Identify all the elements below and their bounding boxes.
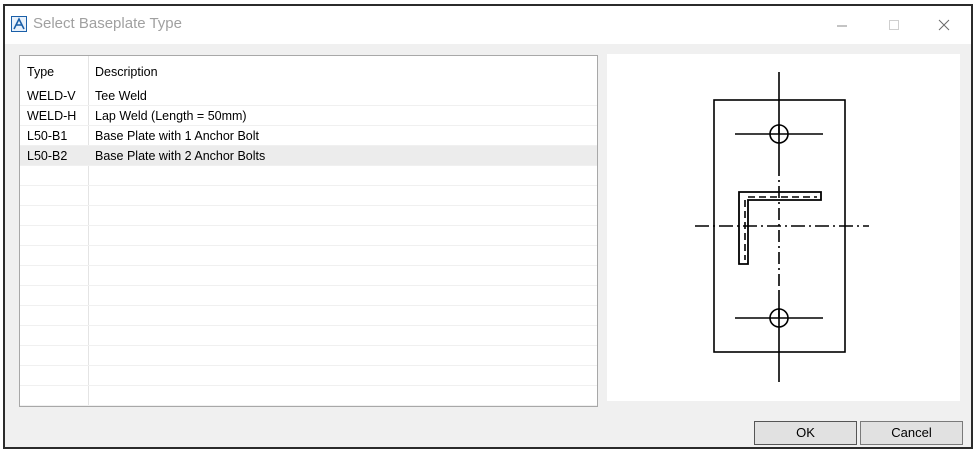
empty-row (20, 206, 597, 226)
minimize-button[interactable] (819, 6, 865, 44)
empty-row (20, 366, 597, 386)
row-type: L50-B1 (27, 129, 68, 143)
baseplate-drawing (695, 72, 869, 382)
empty-row (20, 186, 597, 206)
maximize-button[interactable] (871, 6, 917, 44)
row-type: WELD-V (27, 89, 76, 103)
row-type: L50-B2 (27, 149, 68, 163)
table-row[interactable]: WELD-H Lap Weld (Length = 50mm) (20, 106, 597, 126)
maximize-icon (889, 20, 899, 30)
close-icon (938, 19, 950, 31)
baseplate-preview (607, 54, 960, 401)
list-header: Type Description (20, 62, 597, 82)
empty-row (20, 166, 597, 186)
baseplate-type-list[interactable]: Type Description WELD-V Tee Weld WELD-H … (19, 55, 598, 407)
window-title: Select Baseplate Type (33, 15, 182, 32)
minimize-icon (837, 25, 847, 27)
ok-button[interactable]: OK (754, 421, 857, 445)
table-row[interactable]: WELD-V Tee Weld (20, 86, 597, 106)
empty-row (20, 386, 597, 406)
close-button[interactable] (921, 6, 967, 44)
row-description: Base Plate with 2 Anchor Bolts (95, 149, 266, 163)
table-row-selected[interactable]: L50-B2 Base Plate with 2 Anchor Bolts (20, 146, 597, 166)
cancel-button[interactable]: Cancel (860, 421, 963, 445)
row-description: Base Plate with 1 Anchor Bolt (95, 129, 259, 143)
empty-row (20, 246, 597, 266)
empty-row (20, 306, 597, 326)
row-description: Tee Weld (95, 89, 147, 103)
title-bar: Select Baseplate Type (5, 6, 971, 44)
header-description[interactable]: Description (95, 65, 158, 79)
empty-row (20, 286, 597, 306)
table-row[interactable]: L50-B1 Base Plate with 1 Anchor Bolt (20, 126, 597, 146)
dialog-window: Select Baseplate Type Type Description W… (3, 4, 973, 449)
row-type: WELD-H (27, 109, 77, 123)
empty-row (20, 226, 597, 246)
empty-row (20, 326, 597, 346)
header-type[interactable]: Type (27, 65, 54, 79)
app-logo-icon (11, 16, 27, 32)
empty-row (20, 346, 597, 366)
row-description: Lap Weld (Length = 50mm) (95, 109, 247, 123)
empty-row (20, 266, 597, 286)
